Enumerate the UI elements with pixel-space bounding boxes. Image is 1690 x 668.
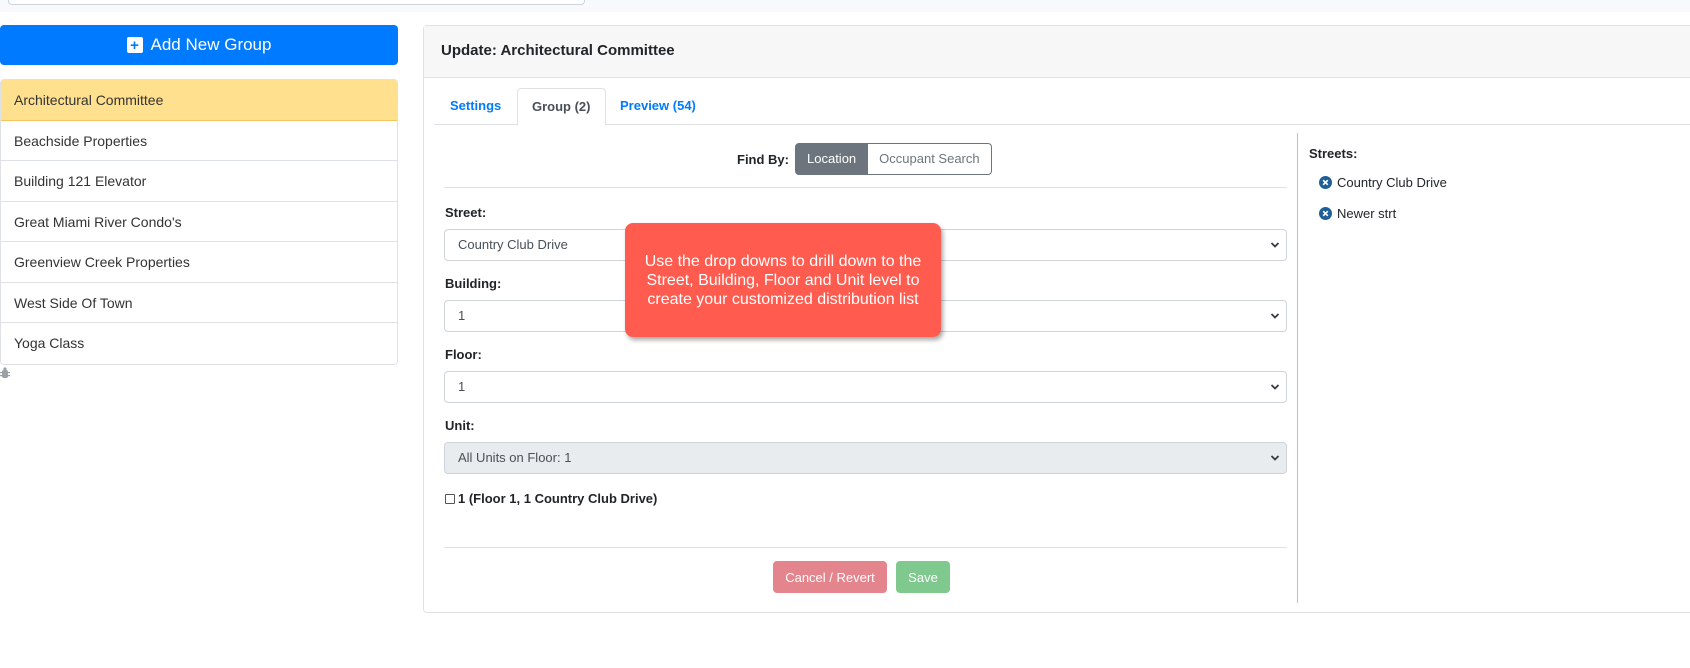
group-item-architectural-committee[interactable]: Architectural Committee [1,80,397,121]
group-list: Architectural Committee Beachside Proper… [0,79,398,365]
floor-select[interactable]: 1 [444,371,1287,403]
streets-title: Streets: [1309,146,1358,161]
divider [444,187,1287,188]
times-circle-icon[interactable] [1319,176,1332,189]
chevron-down-icon [1270,242,1280,248]
chevron-down-icon [1270,455,1280,461]
unit-label: Unit: [445,418,475,433]
street-list-item-label: Newer strt [1337,206,1397,221]
find-by-occupant-search-button[interactable]: Occupant Search [868,143,992,175]
bug-icon[interactable] [0,367,10,379]
group-item-yoga-class[interactable]: Yoga Class [1,323,397,364]
group-item-greenview-creek-properties[interactable]: Greenview Creek Properties [1,242,397,283]
group-item-building-121-elevator[interactable]: Building 121 Elevator [1,161,397,202]
card-title: Update: Architectural Committee [424,26,1690,78]
find-by-toggle: Location Occupant Search [795,143,992,175]
street-list-item: Country Club Drive [1319,175,1447,190]
street-list-item-label: Country Club Drive [1337,175,1447,190]
building-select-value: 1 [458,308,466,323]
unit-checkbox-label: 1 (Floor 1, 1 Country Club Drive) [458,491,658,506]
chevron-down-icon [1270,384,1280,390]
floor-label: Floor: [445,347,482,362]
building-label: Building: [445,276,502,291]
floor-select-value: 1 [458,379,466,394]
top-bar [0,0,1690,12]
times-circle-icon[interactable] [1319,207,1332,220]
add-new-group-label: Add New Group [150,35,272,54]
update-group-card: Update: Architectural Committee Settings… [423,25,1690,613]
find-by-location-button[interactable]: Location [795,143,869,175]
tab-preview[interactable]: Preview (54) [606,88,710,125]
cancel-revert-button[interactable]: Cancel / Revert [773,561,887,593]
find-by-label: Find By: [737,151,789,167]
tab-settings[interactable]: Settings [436,88,515,125]
tab-group[interactable]: Group (2) [517,88,606,126]
vertical-divider [1297,133,1298,603]
divider [444,547,1287,548]
chevron-down-icon [1270,313,1280,319]
street-label: Street: [445,205,487,220]
street-select-value: Country Club Drive [458,237,568,252]
group-item-west-side-of-town[interactable]: West Side Of Town [1,282,397,323]
tab-bar: Settings Group (2) Preview (54) [434,88,1690,126]
add-new-group-button[interactable]: + Add New Group [0,25,398,65]
find-by: Find By: Location Occupant Search [737,143,992,175]
unit-select[interactable]: All Units on Floor: 1 [444,442,1287,474]
save-button[interactable]: Save [896,561,950,593]
unit-checkbox-row: 1 (Floor 1, 1 Country Club Drive) [445,491,657,506]
top-search-input[interactable] [8,0,585,5]
group-item-beachside-properties[interactable]: Beachside Properties [1,120,397,161]
unit-select-value: All Units on Floor: 1 [458,450,572,465]
unit-checkbox[interactable] [445,493,455,504]
help-tooltip: Use the drop downs to drill down to the … [625,223,941,337]
group-item-great-miami-river-condos[interactable]: Great Miami River Condo's [1,201,397,242]
plus-square-icon: + [126,37,143,53]
street-list-item: Newer strt [1319,206,1396,221]
